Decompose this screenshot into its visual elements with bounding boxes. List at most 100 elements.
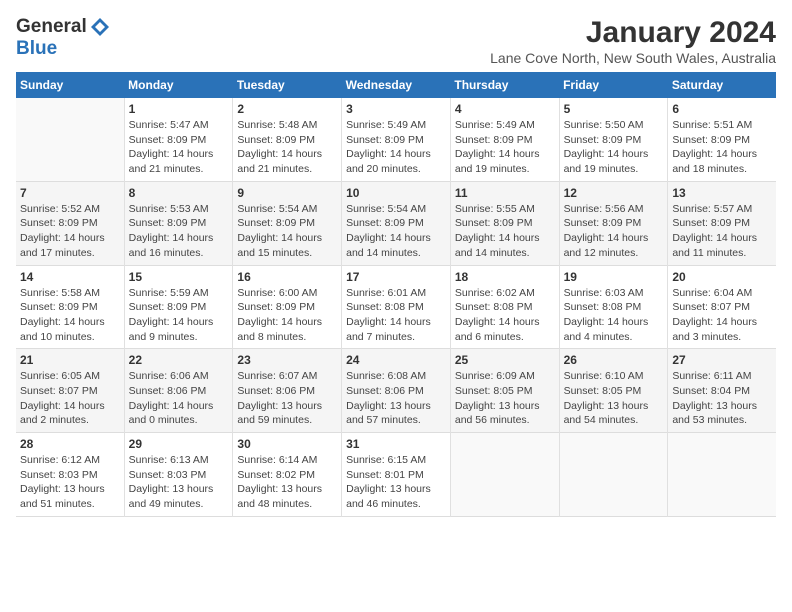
day-info: Sunrise: 5:54 AM Sunset: 8:09 PM Dayligh… bbox=[346, 202, 446, 261]
day-number: 23 bbox=[237, 353, 337, 367]
calendar-cell: 3 Sunrise: 5:49 AM Sunset: 8:09 PM Daylig… bbox=[342, 98, 451, 181]
calendar-cell: 19 Sunrise: 6:03 AM Sunset: 8:08 PM Dayli… bbox=[559, 265, 668, 349]
calendar-cell: 27 Sunrise: 6:11 AM Sunset: 8:04 PM Dayli… bbox=[668, 349, 776, 433]
day-number: 29 bbox=[129, 437, 229, 451]
calendar-cell bbox=[559, 433, 668, 517]
subtitle: Lane Cove North, New South Wales, Austra… bbox=[490, 50, 776, 66]
day-number: 28 bbox=[20, 437, 120, 451]
day-info: Sunrise: 6:08 AM Sunset: 8:06 PM Dayligh… bbox=[346, 369, 446, 428]
day-info: Sunrise: 6:14 AM Sunset: 8:02 PM Dayligh… bbox=[237, 453, 337, 512]
day-number: 27 bbox=[672, 353, 772, 367]
calendar-cell: 23 Sunrise: 6:07 AM Sunset: 8:06 PM Dayli… bbox=[233, 349, 342, 433]
weekday-header: Sunday bbox=[16, 72, 124, 98]
calendar-cell: 9 Sunrise: 5:54 AM Sunset: 8:09 PM Daylig… bbox=[233, 181, 342, 265]
calendar-cell: 26 Sunrise: 6:10 AM Sunset: 8:05 PM Dayli… bbox=[559, 349, 668, 433]
logo: General Blue bbox=[16, 16, 111, 60]
day-info: Sunrise: 5:48 AM Sunset: 8:09 PM Dayligh… bbox=[237, 118, 337, 177]
calendar-week-row: 1 Sunrise: 5:47 AM Sunset: 8:09 PM Daylig… bbox=[16, 98, 776, 181]
calendar-cell: 24 Sunrise: 6:08 AM Sunset: 8:06 PM Dayli… bbox=[342, 349, 451, 433]
day-number: 16 bbox=[237, 270, 337, 284]
day-info: Sunrise: 6:07 AM Sunset: 8:06 PM Dayligh… bbox=[237, 369, 337, 428]
day-number: 5 bbox=[564, 102, 664, 116]
day-info: Sunrise: 6:11 AM Sunset: 8:04 PM Dayligh… bbox=[672, 369, 772, 428]
logo-general: General bbox=[16, 16, 87, 38]
day-info: Sunrise: 5:54 AM Sunset: 8:09 PM Dayligh… bbox=[237, 202, 337, 261]
calendar-cell: 7 Sunrise: 5:52 AM Sunset: 8:09 PM Daylig… bbox=[16, 181, 124, 265]
day-info: Sunrise: 5:50 AM Sunset: 8:09 PM Dayligh… bbox=[564, 118, 664, 177]
day-number: 8 bbox=[129, 186, 229, 200]
calendar-cell bbox=[450, 433, 559, 517]
calendar-cell: 15Sunrise: 5:59 AM Sunset: 8:09 PM Dayli… bbox=[124, 265, 233, 349]
day-number: 19 bbox=[564, 270, 664, 284]
day-info: Sunrise: 6:04 AM Sunset: 8:07 PM Dayligh… bbox=[672, 286, 772, 345]
day-info: Sunrise: 5:47 AM Sunset: 8:09 PM Dayligh… bbox=[129, 118, 229, 177]
weekday-header: Saturday bbox=[668, 72, 776, 98]
day-info: Sunrise: 6:01 AM Sunset: 8:08 PM Dayligh… bbox=[346, 286, 446, 345]
day-number: 6 bbox=[672, 102, 772, 116]
calendar-week-row: 7 Sunrise: 5:52 AM Sunset: 8:09 PM Daylig… bbox=[16, 181, 776, 265]
day-number: 17 bbox=[346, 270, 446, 284]
calendar-cell: 1 Sunrise: 5:47 AM Sunset: 8:09 PM Daylig… bbox=[124, 98, 233, 181]
day-info: Sunrise: 6:09 AM Sunset: 8:05 PM Dayligh… bbox=[455, 369, 555, 428]
day-info: Sunrise: 5:59 AM Sunset: 8:09 PM Dayligh… bbox=[129, 286, 229, 345]
day-info: Sunrise: 5:49 AM Sunset: 8:09 PM Dayligh… bbox=[455, 118, 555, 177]
calendar-cell: 14Sunrise: 5:58 AM Sunset: 8:09 PM Dayli… bbox=[16, 265, 124, 349]
calendar-week-row: 21 Sunrise: 6:05 AM Sunset: 8:07 PM Dayli… bbox=[16, 349, 776, 433]
calendar-cell: 4Sunrise: 5:49 AM Sunset: 8:09 PM Daylig… bbox=[450, 98, 559, 181]
day-info: Sunrise: 6:06 AM Sunset: 8:06 PM Dayligh… bbox=[129, 369, 229, 428]
calendar-cell: 5 Sunrise: 5:50 AM Sunset: 8:09 PM Daylig… bbox=[559, 98, 668, 181]
day-number: 26 bbox=[564, 353, 664, 367]
day-number: 21 bbox=[20, 353, 120, 367]
day-info: Sunrise: 5:53 AM Sunset: 8:09 PM Dayligh… bbox=[129, 202, 229, 261]
day-number: 14 bbox=[20, 270, 120, 284]
calendar-cell: 18 Sunrise: 6:02 AM Sunset: 8:08 PM Dayli… bbox=[450, 265, 559, 349]
calendar-cell: 6 Sunrise: 5:51 AM Sunset: 8:09 PM Daylig… bbox=[668, 98, 776, 181]
day-info: Sunrise: 6:05 AM Sunset: 8:07 PM Dayligh… bbox=[20, 369, 120, 428]
day-number: 20 bbox=[672, 270, 772, 284]
day-number: 3 bbox=[346, 102, 446, 116]
calendar-cell: 16 Sunrise: 6:00 AM Sunset: 8:09 PM Dayli… bbox=[233, 265, 342, 349]
calendar-cell: 30 Sunrise: 6:14 AM Sunset: 8:02 PM Dayli… bbox=[233, 433, 342, 517]
day-info: Sunrise: 5:55 AM Sunset: 8:09 PM Dayligh… bbox=[455, 202, 555, 261]
main-title: January 2024 bbox=[490, 16, 776, 50]
day-number: 9 bbox=[237, 186, 337, 200]
weekday-header-row: SundayMondayTuesdayWednesdayThursdayFrid… bbox=[16, 72, 776, 98]
day-info: Sunrise: 5:52 AM Sunset: 8:09 PM Dayligh… bbox=[20, 202, 120, 261]
calendar-table: SundayMondayTuesdayWednesdayThursdayFrid… bbox=[16, 72, 776, 517]
day-number: 7 bbox=[20, 186, 120, 200]
day-info: Sunrise: 6:03 AM Sunset: 8:08 PM Dayligh… bbox=[564, 286, 664, 345]
calendar-week-row: 14Sunrise: 5:58 AM Sunset: 8:09 PM Dayli… bbox=[16, 265, 776, 349]
calendar-cell: 17 Sunrise: 6:01 AM Sunset: 8:08 PM Dayli… bbox=[342, 265, 451, 349]
calendar-cell: 2 Sunrise: 5:48 AM Sunset: 8:09 PM Daylig… bbox=[233, 98, 342, 181]
day-number: 25 bbox=[455, 353, 555, 367]
calendar-cell: 28 Sunrise: 6:12 AM Sunset: 8:03 PM Dayli… bbox=[16, 433, 124, 517]
day-number: 1 bbox=[129, 102, 229, 116]
weekday-header: Wednesday bbox=[342, 72, 451, 98]
day-number: 10 bbox=[346, 186, 446, 200]
day-number: 18 bbox=[455, 270, 555, 284]
day-info: Sunrise: 6:13 AM Sunset: 8:03 PM Dayligh… bbox=[129, 453, 229, 512]
title-area: January 2024 Lane Cove North, New South … bbox=[490, 16, 776, 66]
day-info: Sunrise: 6:10 AM Sunset: 8:05 PM Dayligh… bbox=[564, 369, 664, 428]
day-number: 22 bbox=[129, 353, 229, 367]
calendar-cell: 31Sunrise: 6:15 AM Sunset: 8:01 PM Dayli… bbox=[342, 433, 451, 517]
day-info: Sunrise: 5:57 AM Sunset: 8:09 PM Dayligh… bbox=[672, 202, 772, 261]
weekday-header: Friday bbox=[559, 72, 668, 98]
day-info: Sunrise: 5:51 AM Sunset: 8:09 PM Dayligh… bbox=[672, 118, 772, 177]
day-info: Sunrise: 6:00 AM Sunset: 8:09 PM Dayligh… bbox=[237, 286, 337, 345]
logo-blue: Blue bbox=[16, 38, 57, 59]
day-number: 24 bbox=[346, 353, 446, 367]
day-number: 30 bbox=[237, 437, 337, 451]
calendar-cell: 13Sunrise: 5:57 AM Sunset: 8:09 PM Dayli… bbox=[668, 181, 776, 265]
calendar-week-row: 28 Sunrise: 6:12 AM Sunset: 8:03 PM Dayli… bbox=[16, 433, 776, 517]
day-info: Sunrise: 5:49 AM Sunset: 8:09 PM Dayligh… bbox=[346, 118, 446, 177]
calendar-cell: 22 Sunrise: 6:06 AM Sunset: 8:06 PM Dayli… bbox=[124, 349, 233, 433]
calendar-cell: 10 Sunrise: 5:54 AM Sunset: 8:09 PM Dayli… bbox=[342, 181, 451, 265]
calendar-cell: 11Sunrise: 5:55 AM Sunset: 8:09 PM Dayli… bbox=[450, 181, 559, 265]
day-info: Sunrise: 6:02 AM Sunset: 8:08 PM Dayligh… bbox=[455, 286, 555, 345]
calendar-cell: 8 Sunrise: 5:53 AM Sunset: 8:09 PM Daylig… bbox=[124, 181, 233, 265]
weekday-header: Tuesday bbox=[233, 72, 342, 98]
calendar-cell: 21 Sunrise: 6:05 AM Sunset: 8:07 PM Dayli… bbox=[16, 349, 124, 433]
day-number: 2 bbox=[237, 102, 337, 116]
day-info: Sunrise: 6:12 AM Sunset: 8:03 PM Dayligh… bbox=[20, 453, 120, 512]
